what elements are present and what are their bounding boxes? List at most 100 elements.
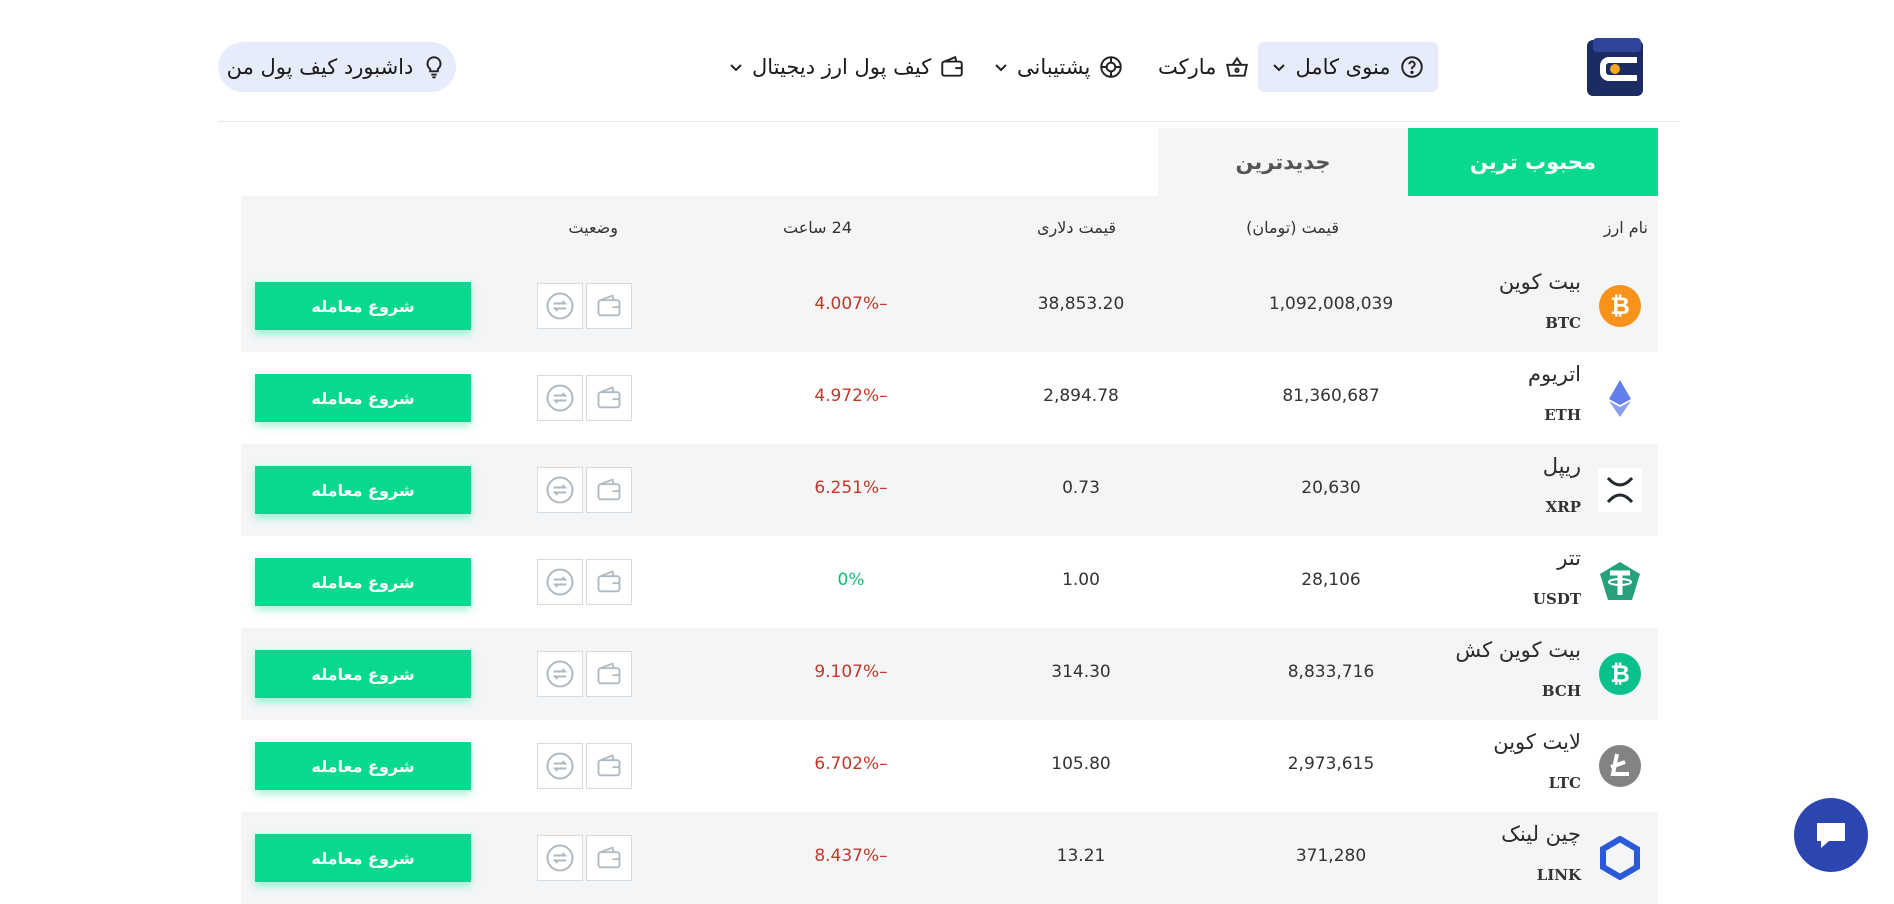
price-toman: 8,833,716: [1287, 662, 1375, 682]
site-header: منوی کامل مارکت پشتیبانی کیف پول ارز دیج…: [218, 0, 1680, 122]
nav-full-menu-label: منوی کامل: [1295, 55, 1391, 79]
exchange-icon: [546, 752, 574, 780]
coin-symbol: BTC: [1545, 314, 1581, 332]
tab-popular[interactable]: محبوب ترین: [1408, 128, 1658, 205]
wallet-action-button[interactable]: [586, 467, 632, 513]
exchange-action-button[interactable]: [537, 559, 583, 605]
exchange-icon: [546, 660, 574, 688]
wallet-icon: [597, 294, 621, 317]
start-trade-button[interactable]: شروع معامله: [255, 374, 471, 422]
wallet-icon: [597, 570, 621, 593]
coin-name: چین لینک: [1501, 822, 1581, 846]
coin-symbol: LTC: [1548, 774, 1581, 792]
lightbulb-icon: [426, 56, 442, 79]
table-row: ₿ بیت کوین کش BCH 8,833,716 314.30 9.107…: [241, 628, 1658, 720]
change-24h: 4.007%–: [814, 294, 888, 314]
basket-icon: [1226, 56, 1249, 77]
nav-market[interactable]: مارکت: [1158, 42, 1250, 92]
wallet-icon: [597, 662, 621, 685]
coin-name: ریپل: [1542, 454, 1581, 478]
price-usd: 2,894.78: [1043, 386, 1119, 406]
tab-newest[interactable]: جدیدترین: [1158, 128, 1408, 196]
wallet-action-button[interactable]: [586, 375, 632, 421]
nav-wallet-label: کیف پول ارز دیجیتال: [752, 55, 932, 79]
lifebuoy-icon: [1100, 56, 1123, 78]
price-usd: 38,853.20: [1037, 294, 1125, 314]
change-24h: 0%: [837, 570, 865, 590]
table-row: اتریوم ETH 81,360,687 2,894.78 4.972%– ش…: [241, 352, 1658, 444]
wallet-icon: [597, 754, 621, 777]
exchange-icon: [546, 384, 574, 412]
change-24h: 6.702%–: [814, 754, 888, 774]
nav-support[interactable]: پشتیبانی: [993, 42, 1124, 92]
exchange-action-button[interactable]: [537, 467, 583, 513]
coin-name: اتریوم: [1528, 362, 1581, 386]
price-toman: 28,106: [1301, 570, 1361, 590]
table-row: ریپل XRP 20,630 0.73 6.251%– شروع معامله: [241, 444, 1658, 536]
tab-newest-label: جدیدترین: [1235, 150, 1331, 174]
coin-symbol: LINK: [1536, 866, 1581, 884]
coin-symbol: ETH: [1544, 406, 1581, 424]
chevron-down-icon: [995, 64, 1007, 72]
coin-name: بیت کوین کش: [1455, 638, 1581, 662]
exchange-icon: [546, 476, 574, 504]
table-row: لایت کوین LTC 2,973,615 105.80 6.702%– ش…: [241, 720, 1658, 812]
wallet-icon: [597, 478, 621, 501]
price-usd: 13.21: [1056, 846, 1106, 866]
change-24h: 4.972%–: [814, 386, 888, 406]
start-trade-button[interactable]: شروع معامله: [255, 558, 471, 606]
column-header-status: وضعیت: [568, 218, 618, 237]
price-usd: 0.73: [1062, 478, 1100, 498]
price-usd: 1.00: [1062, 570, 1100, 590]
price-toman: 371,280: [1295, 846, 1367, 866]
svg-text:₿: ₿: [1610, 292, 1630, 320]
exchange-action-button[interactable]: [537, 743, 583, 789]
nav-full-menu[interactable]: منوی کامل: [1258, 42, 1438, 92]
start-trade-button[interactable]: شروع معامله: [255, 742, 471, 790]
coin-symbol: BCH: [1541, 682, 1581, 700]
nav-market-label: مارکت: [1158, 55, 1217, 79]
wallet-action-button[interactable]: [586, 283, 632, 329]
column-header-usd: قیمت دلاری: [1036, 218, 1116, 237]
coin-name: بیت کوین: [1498, 270, 1581, 294]
exchange-action-button[interactable]: [537, 375, 583, 421]
wallet-action-button[interactable]: [586, 835, 632, 881]
price-usd: 105.80: [1051, 754, 1111, 774]
start-trade-button[interactable]: شروع معامله: [255, 466, 471, 514]
table-header: نام ارز قیمت (تومان) قیمت دلاری 24 ساعت …: [241, 196, 1658, 260]
svg-text:₿: ₿: [1610, 660, 1630, 688]
start-trade-button[interactable]: شروع معامله: [255, 834, 471, 882]
exchange-action-button[interactable]: [537, 835, 583, 881]
price-toman: 81,360,687: [1282, 386, 1380, 406]
price-toman: 1,092,008,039: [1268, 294, 1394, 314]
chevron-down-icon: [730, 64, 742, 72]
crypto-price-table: نام ارز قیمت (تومان) قیمت دلاری 24 ساعت …: [241, 196, 1658, 904]
wallet-action-button[interactable]: [586, 743, 632, 789]
coin-name: تتر: [1557, 546, 1581, 570]
chevron-down-icon: [1273, 64, 1286, 72]
chat-bubble-icon: [1817, 823, 1845, 848]
site-logo[interactable]: [1585, 38, 1645, 98]
tab-popular-label: محبوب ترین: [1469, 150, 1597, 174]
wallet-dashboard-button[interactable]: داشبورد کیف پول من: [218, 42, 456, 92]
bitcoin-icon: ₿: [1599, 285, 1641, 327]
exchange-action-button[interactable]: [537, 283, 583, 329]
wallet-icon: [597, 386, 621, 409]
wallet-action-button[interactable]: [586, 559, 632, 605]
coin-symbol: XRP: [1545, 498, 1581, 516]
wallet-icon: [941, 55, 963, 77]
column-header-toman: قیمت (تومان): [1246, 218, 1339, 237]
wallet-action-button[interactable]: [586, 651, 632, 697]
exchange-action-button[interactable]: [537, 651, 583, 697]
help-circle-icon: [1400, 56, 1423, 78]
ripple-icon: [1598, 468, 1642, 512]
start-trade-button[interactable]: شروع معامله: [255, 650, 471, 698]
change-24h: 6.251%–: [814, 478, 888, 498]
price-usd: 314.30: [1051, 662, 1111, 682]
ethereum-icon: [1609, 380, 1631, 417]
nav-digital-wallet[interactable]: کیف پول ارز دیجیتال: [728, 42, 965, 92]
tether-icon: [1600, 562, 1640, 600]
start-trade-button[interactable]: شروع معامله: [255, 282, 471, 330]
exchange-icon: [546, 568, 574, 596]
live-chat-button[interactable]: [1794, 798, 1868, 872]
